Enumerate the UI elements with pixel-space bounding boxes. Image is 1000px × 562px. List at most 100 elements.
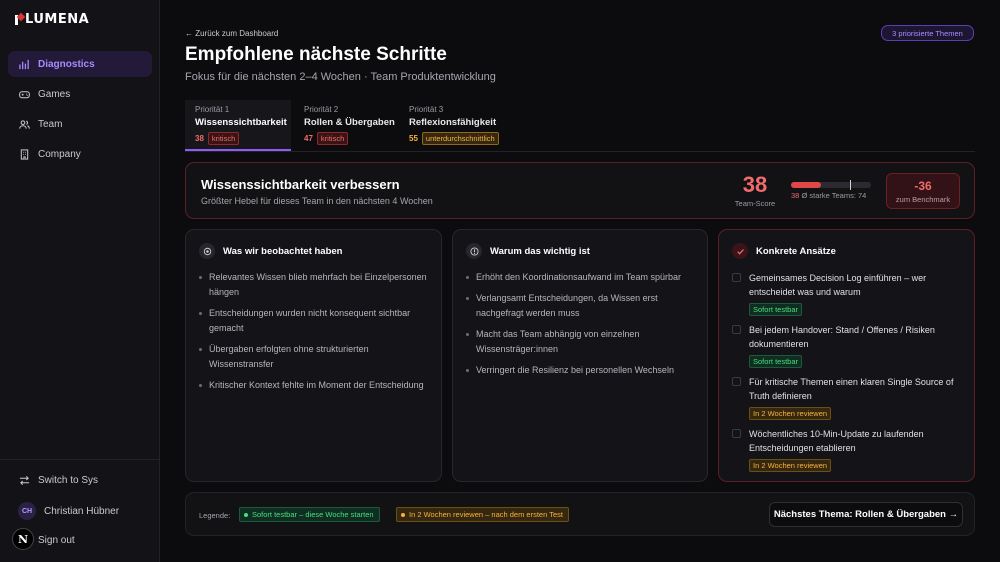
list-item: Macht das Team abhängig von einzelnen Wi… [466, 327, 695, 357]
action-body: Gemeinsames Decision Log einführen – wer… [749, 271, 962, 316]
user-name: Christian Hübner [44, 505, 120, 517]
tab-score: 38 [195, 134, 204, 143]
action-checkbox[interactable] [732, 273, 741, 282]
eye-icon [199, 243, 215, 259]
switch-to-sys-button[interactable]: Switch to Sys [18, 474, 98, 486]
action-tag: In 2 Wochen reviewen [749, 459, 832, 472]
action-checkbox[interactable] [732, 325, 741, 334]
tab-title: Rollen & Übergaben [304, 117, 395, 128]
sidebar-item-label: Company [38, 148, 81, 160]
switch-label: Switch to Sys [38, 474, 99, 486]
tab-kicker: Priorität 2 [304, 105, 339, 114]
legend-immediate: Sofort testbar – diese Woche starten [239, 507, 380, 522]
team-score-label: Team-Score [734, 199, 776, 208]
info-icon [466, 243, 482, 259]
action-item: Für kritische Themen einen klaren Single… [732, 375, 962, 420]
action-item: Gemeinsames Decision Log einführen – wer… [732, 271, 962, 316]
card-header: Konkrete Ansätze [732, 243, 836, 259]
action-tag: Sofort testbar [749, 303, 803, 316]
tabs-divider [185, 151, 975, 152]
legend-review: In 2 Wochen reviewen – nach dem ersten T… [396, 507, 569, 522]
tab-priority-3[interactable]: Priorität 3 Reflexionsfähigkeit 55 unter… [399, 100, 519, 151]
logo-text: LUMENA [25, 12, 90, 27]
next-topic-button[interactable]: Nächstes Thema: Rollen & Übergaben → [769, 502, 963, 527]
benchmark-delta: -36 [914, 179, 932, 193]
action-text: Wöchentliches 10-Min-Update zu laufenden… [749, 429, 924, 453]
legend-immediate-text: Sofort testbar – diese Woche starten [252, 510, 374, 519]
actions-list: Gemeinsames Decision Log einführen – wer… [732, 271, 962, 479]
list-item: Relevantes Wissen blieb mehrfach bei Ein… [199, 270, 429, 300]
prioritized-topics-badge[interactable]: 3 priorisierte Themen [881, 25, 974, 41]
benchmark-delta-label: zum Benchmark [895, 195, 951, 204]
why-card: Warum das wichtig ist Erhöht den Koordin… [452, 229, 708, 482]
tab-score: 55 [409, 134, 418, 143]
sidebar-item-diagnostics[interactable]: Diagnostics [8, 51, 152, 77]
tab-meta: 38 kritisch [195, 132, 291, 145]
action-checkbox[interactable] [732, 429, 741, 438]
tab-meta: 55 unterdurchschnittlich [409, 132, 519, 145]
sign-out-label: Sign out [38, 535, 75, 546]
observed-card: Was wir beobachtet haben Relevantes Wiss… [185, 229, 442, 482]
actions-card: Konkrete Ansätze Gemeinsames Decision Lo… [718, 229, 975, 482]
list-item: Verringert die Resilienz bei personellen… [466, 363, 695, 378]
green-dot-icon [244, 512, 248, 517]
score-bar-fill [791, 182, 822, 188]
legend-review-text: In 2 Wochen reviewen – nach dem ersten T… [409, 510, 563, 519]
gamepad-icon [18, 88, 30, 100]
back-to-dashboard-link[interactable]: ← Zurück zum Dashboard [185, 29, 278, 38]
action-tag: In 2 Wochen reviewen [749, 407, 832, 420]
benchmark-delta-box: -36 zum Benchmark [886, 173, 960, 209]
chart-icon [18, 58, 30, 70]
action-checkbox[interactable] [732, 377, 741, 386]
card-title: Warum das wichtig ist [490, 245, 590, 257]
status-badge: unterdurchschnittlich [421, 132, 499, 145]
list-item: Erhöht den Koordinationsaufwand im Team … [466, 270, 695, 285]
users-icon [18, 118, 30, 130]
list-item: Kritischer Kontext fehlte im Moment der … [199, 378, 429, 393]
page-title: Empfohlene nächste Schritte [185, 44, 447, 65]
n-logo-icon[interactable]: N [12, 528, 34, 550]
score-bar-caption: 38 Ø starke Teams: 74 [791, 191, 866, 200]
bar-score: 38 [791, 191, 800, 200]
avatar: CH [18, 502, 36, 520]
action-item: Bei jedem Handover: Stand / Offenes / Ri… [732, 323, 962, 368]
tab-title: Reflexionsfähigkeit [409, 117, 497, 128]
tab-priority-2[interactable]: Priorität 2 Rollen & Übergaben 47 kritis… [294, 100, 400, 151]
score-bar [791, 180, 871, 190]
sidebar-item-games[interactable]: Games [8, 81, 152, 107]
focus-title: Wissenssichtbarkeit verbessern [201, 177, 400, 192]
card-title: Konkrete Ansätze [756, 245, 836, 257]
action-body: Bei jedem Handover: Stand / Offenes / Ri… [749, 323, 962, 368]
card-header: Was wir beobachtet haben [199, 243, 342, 259]
amber-dot-icon [401, 512, 405, 517]
card-title: Was wir beobachtet haben [223, 245, 343, 257]
tab-score: 47 [304, 134, 313, 143]
action-body: Wöchentliches 10-Min-Update zu laufenden… [749, 427, 962, 472]
action-text: Bei jedem Handover: Stand / Offenes / Ri… [749, 325, 935, 349]
tab-priority-1[interactable]: Priorität 1 Wissenssichtbarkeit 38 kriti… [185, 100, 291, 151]
sidebar-item-label: Games [38, 88, 71, 100]
action-item: Wöchentliches 10-Min-Update zu laufenden… [732, 427, 962, 472]
user-profile[interactable]: CH Christian Hübner [18, 502, 119, 520]
action-text: Gemeinsames Decision Log einführen – wer… [749, 273, 927, 297]
focus-subtitle: Größter Hebel für dieses Team in den näc… [201, 196, 433, 206]
why-list: Erhöht den Koordinationsaufwand im Team … [466, 270, 695, 384]
switch-arrows-icon [18, 474, 30, 486]
app-logo[interactable]: LUMENA [15, 12, 89, 27]
sidebar-item-label: Team [38, 118, 63, 130]
list-item: Übergaben erfolgten ohne strukturierten … [199, 342, 429, 372]
team-score-value: 38 [742, 172, 768, 197]
observed-list: Relevantes Wissen blieb mehrfach bei Ein… [199, 270, 429, 399]
sidebar-divider [0, 459, 160, 460]
building-icon [18, 148, 30, 160]
sidebar-item-label: Diagnostics [38, 58, 95, 70]
action-body: Für kritische Themen einen klaren Single… [749, 375, 962, 420]
focus-card: Wissenssichtbarkeit verbessern Größter H… [185, 162, 975, 219]
benchmark-caption: Ø starke Teams: 74 [801, 191, 867, 200]
sidebar-item-team[interactable]: Team [8, 111, 152, 137]
sidebar-item-company[interactable]: Company [8, 141, 152, 167]
logo-mark-icon [15, 14, 24, 25]
legend-label: Legende: [199, 511, 231, 520]
tab-title: Wissenssichtbarkeit [195, 117, 287, 128]
status-badge: kritisch [207, 132, 240, 145]
